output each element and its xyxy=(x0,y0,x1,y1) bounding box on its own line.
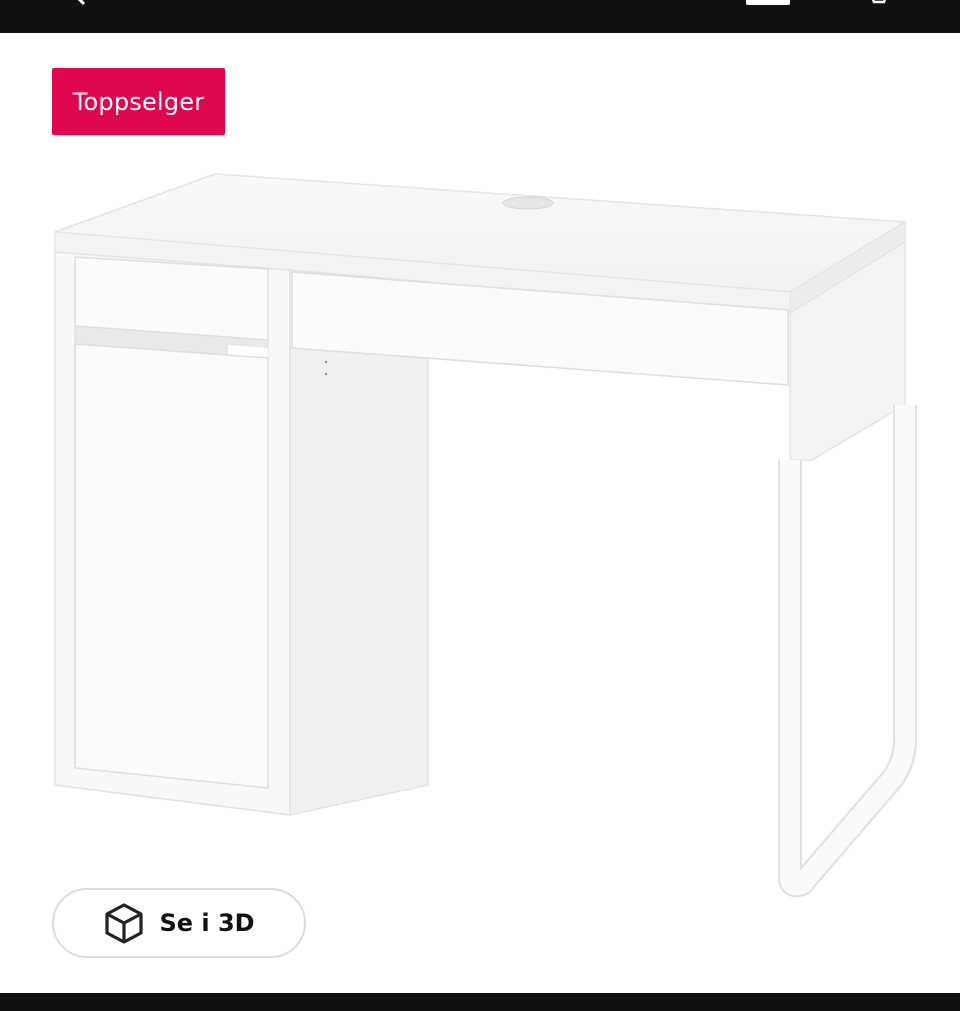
bottom-bar xyxy=(0,993,960,1011)
cart-icon[interactable] xyxy=(868,0,888,4)
product-image xyxy=(54,173,917,898)
view-in-3d-button[interactable]: Se i 3D xyxy=(52,888,306,958)
top-navigation-bar xyxy=(0,0,960,33)
toolbar-button[interactable] xyxy=(746,0,790,5)
badge-label: Toppselger xyxy=(72,87,205,116)
bestseller-badge: Toppselger xyxy=(52,68,225,135)
back-chevron-icon[interactable] xyxy=(70,0,90,6)
view-in-3d-label: Se i 3D xyxy=(159,909,255,937)
cube-3d-icon xyxy=(105,903,144,944)
